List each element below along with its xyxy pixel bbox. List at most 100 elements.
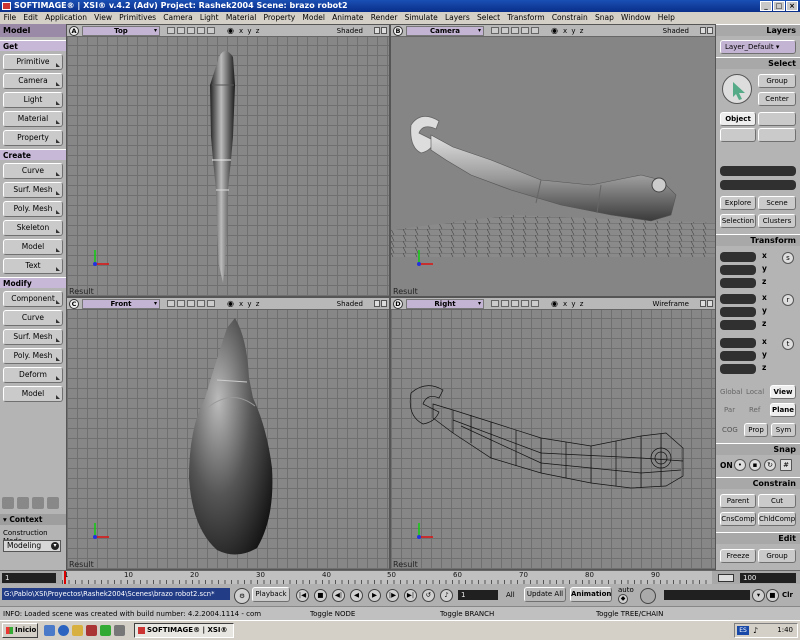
object-button[interactable]: Object [720,112,756,126]
plane-toggle[interactable]: Plane [770,403,796,417]
axis-toggles[interactable]: x y z [563,298,584,310]
eye-icon[interactable]: ◉ [227,298,234,310]
chldcomp-button[interactable]: ChldComp [758,512,796,526]
tool-quicklaunch-icon[interactable] [114,625,125,636]
select-option-blank-1[interactable] [758,112,796,126]
axis-toggles[interactable]: x y z [239,25,260,37]
camera-select[interactable]: Front [82,299,160,309]
selection-field-2[interactable] [720,180,796,190]
first-frame-icon[interactable]: |◀ [296,589,309,602]
search-key-icon[interactable] [640,588,656,604]
clusters-button[interactable]: Clusters [758,214,796,228]
stop-icon[interactable]: ■ [314,589,327,602]
viewport-camera[interactable]: B Camera ◉ x y z Shaded Result [390,24,716,297]
create-text-button[interactable]: Text [3,258,63,274]
range-icon[interactable] [718,574,734,582]
create-skeleton-button[interactable]: Skeleton [3,220,63,236]
chevron-down-icon[interactable]: ▾ [752,589,765,602]
menu-camera[interactable]: Camera [160,12,197,24]
construction-mode-select[interactable]: Modeling ▾ [3,540,61,552]
modify-component-button[interactable]: Component [3,291,63,307]
scene-path-field[interactable]: G:\Pablo\XSI\Proyectos\Rashek2004\Scenes… [2,588,230,600]
viewport-right[interactable]: D Right ◉ x y z Wireframe Result [390,297,716,570]
create-model-button[interactable]: Model [3,239,63,255]
menu-transform[interactable]: Transform [504,12,549,24]
current-frame-field[interactable]: 1 [458,590,498,600]
get-property-button[interactable]: Property [3,130,63,146]
get-camera-button[interactable]: Camera [3,73,63,89]
auto-key-toggle[interactable]: auto [618,586,634,594]
media-icon[interactable] [100,625,111,636]
viewport-letter[interactable]: D [393,299,403,309]
layer-select[interactable]: Layer_Default ▾ [720,40,796,54]
modify-curve-button[interactable]: Curve [3,310,63,326]
menu-view[interactable]: View [91,12,116,24]
menu-snap[interactable]: Snap [591,12,617,24]
scene-button[interactable]: Scene [758,196,796,210]
selection-field[interactable] [720,166,796,176]
selection-button[interactable]: Selection [720,214,756,228]
menu-select[interactable]: Select [473,12,503,24]
create-poly-mesh-button[interactable]: Poly. Mesh [3,201,63,217]
viewport-letter[interactable]: C [69,299,79,309]
get-light-button[interactable]: Light [3,92,63,108]
display-mode-select[interactable]: Shaded [663,25,689,37]
close-button[interactable]: × [786,1,798,11]
play-forward-icon[interactable]: ▶ [368,589,381,602]
modify-deform-button[interactable]: Deform [3,367,63,383]
explore-button[interactable]: Explore [720,196,756,210]
eye-icon[interactable]: ◉ [551,25,558,37]
animation-button[interactable]: Animation [570,587,612,602]
mail-icon[interactable] [72,625,83,636]
cnscomp-button[interactable]: CnsComp [720,512,756,526]
camera-select[interactable]: Camera [406,26,484,36]
viewport-letter[interactable]: B [393,26,403,36]
hammer-tool-icon[interactable] [32,497,44,509]
minimize-button[interactable]: _ [760,1,772,11]
scale-x-field[interactable] [720,252,756,262]
next-key-icon[interactable]: |▶ [386,589,399,602]
paint-tool-icon[interactable] [17,497,29,509]
viewport-top[interactable]: A Top ◉ x y z Shaded Result [66,24,390,297]
key-value-field[interactable] [664,590,750,600]
menu-animate[interactable]: Animate [329,12,368,24]
translate-z-field[interactable] [720,364,756,374]
menu-model[interactable]: Model [299,12,329,24]
translate-x-field[interactable] [720,338,756,348]
get-material-button[interactable]: Material [3,111,63,127]
create-surf-mesh-button[interactable]: Surf. Mesh [3,182,63,198]
par-toggle[interactable]: Par [724,406,735,414]
timeline-start-field[interactable]: 1 [2,573,56,583]
snap-grid-icon[interactable]: # [780,459,792,471]
modify-poly-mesh-button[interactable]: Poly. Mesh [3,348,63,364]
context-header[interactable]: ▾ Context [0,514,66,525]
menu-edit[interactable]: Edit [20,12,42,24]
center-button[interactable]: Center [758,92,796,106]
cog-toggle[interactable]: COG [722,426,738,434]
timeline-playhead[interactable] [64,571,66,585]
prop-button[interactable]: Prop [744,423,768,437]
all-toggle[interactable]: All [506,591,515,599]
browser-icon[interactable] [58,625,69,636]
playback-settings-icon[interactable]: ⚙ [234,588,250,604]
edit-group-button[interactable]: Group [758,549,796,563]
modify-model-button[interactable]: Model [3,386,63,402]
modify-surf-mesh-button[interactable]: Surf. Mesh [3,329,63,345]
timeline-end-field[interactable]: 100 [740,573,796,583]
camera-select[interactable]: Right [406,299,484,309]
menu-help[interactable]: Help [654,12,678,24]
translate-y-field[interactable] [720,351,756,361]
freeze-button[interactable]: Freeze [720,549,756,563]
clear-toggle[interactable]: Clr [782,591,793,599]
menu-simulate[interactable]: Simulate [401,12,441,24]
display-mode-select[interactable]: Wireframe [652,298,689,310]
viewport-front[interactable]: C Front ◉ x y z Shaded Result [66,297,390,570]
axis-toggles[interactable]: x y z [563,25,584,37]
selection-tool-icon[interactable] [2,497,14,509]
scale-tool-button[interactable]: s [782,252,794,264]
menu-primitives[interactable]: Primitives [116,12,160,24]
app-quicklaunch-icon[interactable] [86,625,97,636]
last-frame-icon[interactable]: ▶| [404,589,417,602]
eye-icon[interactable]: ◉ [551,298,558,310]
audio-icon[interactable]: ♪ [440,589,453,602]
